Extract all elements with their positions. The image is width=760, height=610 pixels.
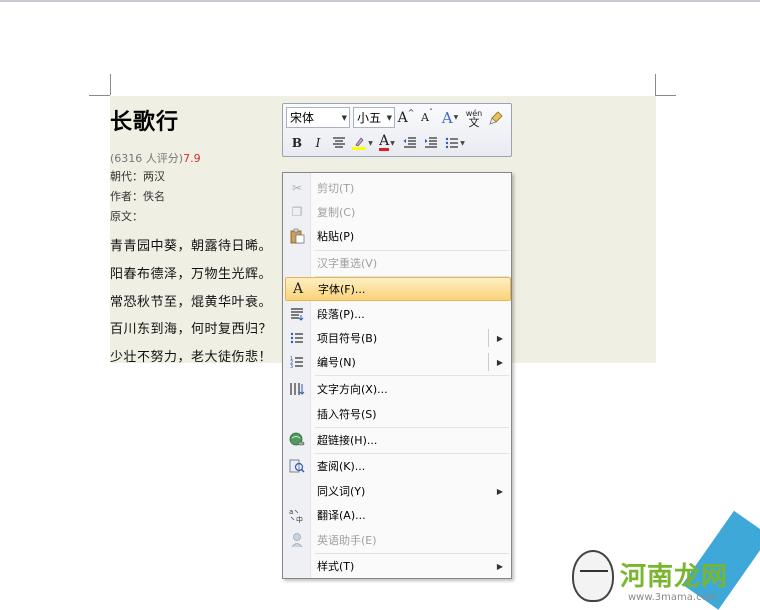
- align-center-icon: [333, 137, 345, 148]
- page-corner-mark-right: [655, 74, 656, 95]
- page-corner-mark-left-h: [89, 95, 110, 96]
- menu-item-cut[interactable]: ✂ 剪切(T): [285, 176, 511, 200]
- window-top-border: [0, 0, 760, 2]
- highlight-button[interactable]: ▼: [350, 133, 374, 153]
- svg-text:a: a: [289, 508, 293, 516]
- rating-count: (6316 人评分): [110, 152, 184, 165]
- poem-line: 阳春布德泽，万物生光辉。: [110, 267, 273, 282]
- author-line: 作者：佚名: [110, 190, 165, 203]
- translate-icon: a中: [285, 505, 309, 525]
- decrease-indent-button[interactable]: [400, 133, 420, 153]
- menu-separator: [315, 375, 509, 376]
- hyperlink-icon: [285, 430, 309, 450]
- poem-line: 少壮不努力，老大徒伤悲！: [110, 350, 273, 365]
- chevron-right-icon: ▶: [496, 333, 503, 343]
- text-style-button[interactable]: A ▼: [438, 108, 462, 128]
- text-direction-icon: [285, 379, 309, 399]
- chevron-down-icon: ▼: [386, 114, 392, 122]
- watermark-brand: 河南龙网: [620, 562, 729, 592]
- font-icon: A: [292, 281, 304, 297]
- chevron-right-icon: ▶: [496, 486, 503, 496]
- menu-item-font[interactable]: A 字体(F)...: [285, 277, 511, 301]
- scissors-icon: ✂: [291, 181, 303, 195]
- menu-item-copy[interactable]: ❐ 复制(C): [285, 200, 511, 224]
- watermark-url: www.3mama.com: [628, 592, 718, 603]
- paragraph-icon: [285, 304, 309, 324]
- page-corner-mark-left: [110, 74, 111, 95]
- up-caret-icon: ^: [407, 108, 415, 117]
- submenu-split-divider: [488, 329, 489, 347]
- research-icon: [285, 456, 309, 476]
- menu-item-translate[interactable]: a中 翻译(A)...: [285, 503, 511, 527]
- paste-icon: [285, 226, 309, 246]
- italic-button[interactable]: I: [308, 133, 328, 153]
- menu-item-synonyms[interactable]: 同义词(Y) ▶: [285, 479, 511, 503]
- menu-item-research[interactable]: 查阅(K)...: [285, 454, 511, 478]
- down-caret-icon: ˇ: [428, 108, 433, 117]
- chevron-down-icon: ▼: [453, 114, 459, 121]
- original-label: 原文：: [110, 210, 143, 223]
- poem-line: 百川东到海，何时复西归？: [110, 322, 273, 337]
- font-size-value: 小五: [357, 111, 382, 125]
- indent-icon: [425, 137, 437, 148]
- english-assistant-icon: [285, 530, 309, 550]
- phonetic-guide-button[interactable]: wén 文: [463, 108, 485, 128]
- menu-item-hyperlink[interactable]: 超链接(H)...: [285, 428, 511, 452]
- menu-item-text-direction[interactable]: 文字方向(X)...: [285, 377, 511, 401]
- menu-item-insert-symbol[interactable]: 插入符号(S): [285, 402, 511, 426]
- poem-line: 青青园中葵，朝露待日晞。: [110, 239, 273, 254]
- bullets-icon: [285, 328, 309, 348]
- site-watermark: 河南龙网 www.3mama.com: [572, 510, 760, 610]
- font-name-value: 宋体: [290, 111, 315, 125]
- menu-item-english-assistant[interactable]: 英语助手(E): [285, 528, 511, 552]
- page-corner-mark-right-h: [655, 95, 676, 96]
- rating-line: (6316 人评分)7.9: [110, 150, 201, 166]
- brush-icon: [489, 110, 503, 125]
- format-painter-button[interactable]: [486, 108, 506, 128]
- mini-toolbar: 宋体 ▼ 小五 ▼ A ^ Aˇ A ▼ wén 文 B I ▼ A ▼ ▼: [282, 103, 512, 157]
- grow-font-button[interactable]: A ^: [396, 108, 416, 128]
- context-menu: ✂ 剪切(T) ❐ 复制(C) 粘贴(P) 汉字重选(V) A 字体(F)...…: [282, 172, 512, 579]
- submenu-split-divider: [488, 353, 489, 371]
- font-name-combo[interactable]: 宋体 ▼: [286, 107, 350, 128]
- chevron-down-icon: ▼: [368, 139, 373, 147]
- increase-indent-button[interactable]: [421, 133, 441, 153]
- cartoon-avatar-icon: [572, 550, 614, 602]
- font-color-button[interactable]: A ▼: [375, 133, 399, 153]
- svg-text:中: 中: [296, 515, 303, 523]
- poem-title: 长歌行: [110, 109, 180, 135]
- outdent-icon: [403, 137, 416, 148]
- chevron-right-icon: ▶: [496, 561, 503, 571]
- svg-text:3: 3: [290, 364, 293, 369]
- poem-line: 常恐秋节至，焜黄华叶衰。: [110, 295, 273, 310]
- copy-icon: ❐: [291, 205, 303, 219]
- menu-item-reconvert[interactable]: 汉字重选(V): [285, 251, 511, 275]
- bullets-button[interactable]: ▼: [442, 133, 468, 153]
- highlighter-icon: [352, 137, 367, 150]
- numbering-icon: 123: [285, 352, 309, 372]
- dynasty-line: 朝代：两汉: [110, 170, 165, 183]
- menu-item-numbering[interactable]: 123 编号(N) ▶: [285, 350, 511, 374]
- chevron-down-icon: ▼: [341, 114, 347, 122]
- chevron-down-icon: ▼: [390, 139, 395, 147]
- menu-item-bullets[interactable]: 项目符号(B) ▶: [285, 326, 511, 350]
- shrink-font-button[interactable]: Aˇ: [417, 108, 437, 128]
- chevron-down-icon: ▼: [460, 139, 465, 147]
- chevron-right-icon: ▶: [496, 357, 503, 367]
- phonetic-char-icon: 文: [468, 115, 480, 129]
- menu-item-styles[interactable]: 样式(T) ▶: [285, 554, 511, 578]
- center-align-button[interactable]: [329, 133, 349, 153]
- menu-item-paste[interactable]: 粘贴(P): [285, 224, 511, 248]
- bullet-list-icon: [445, 137, 459, 149]
- bold-button[interactable]: B: [287, 133, 307, 153]
- font-size-combo[interactable]: 小五 ▼: [353, 107, 395, 128]
- menu-item-paragraph[interactable]: 段落(P)...: [285, 302, 511, 326]
- rating-score: 7.9: [183, 152, 201, 165]
